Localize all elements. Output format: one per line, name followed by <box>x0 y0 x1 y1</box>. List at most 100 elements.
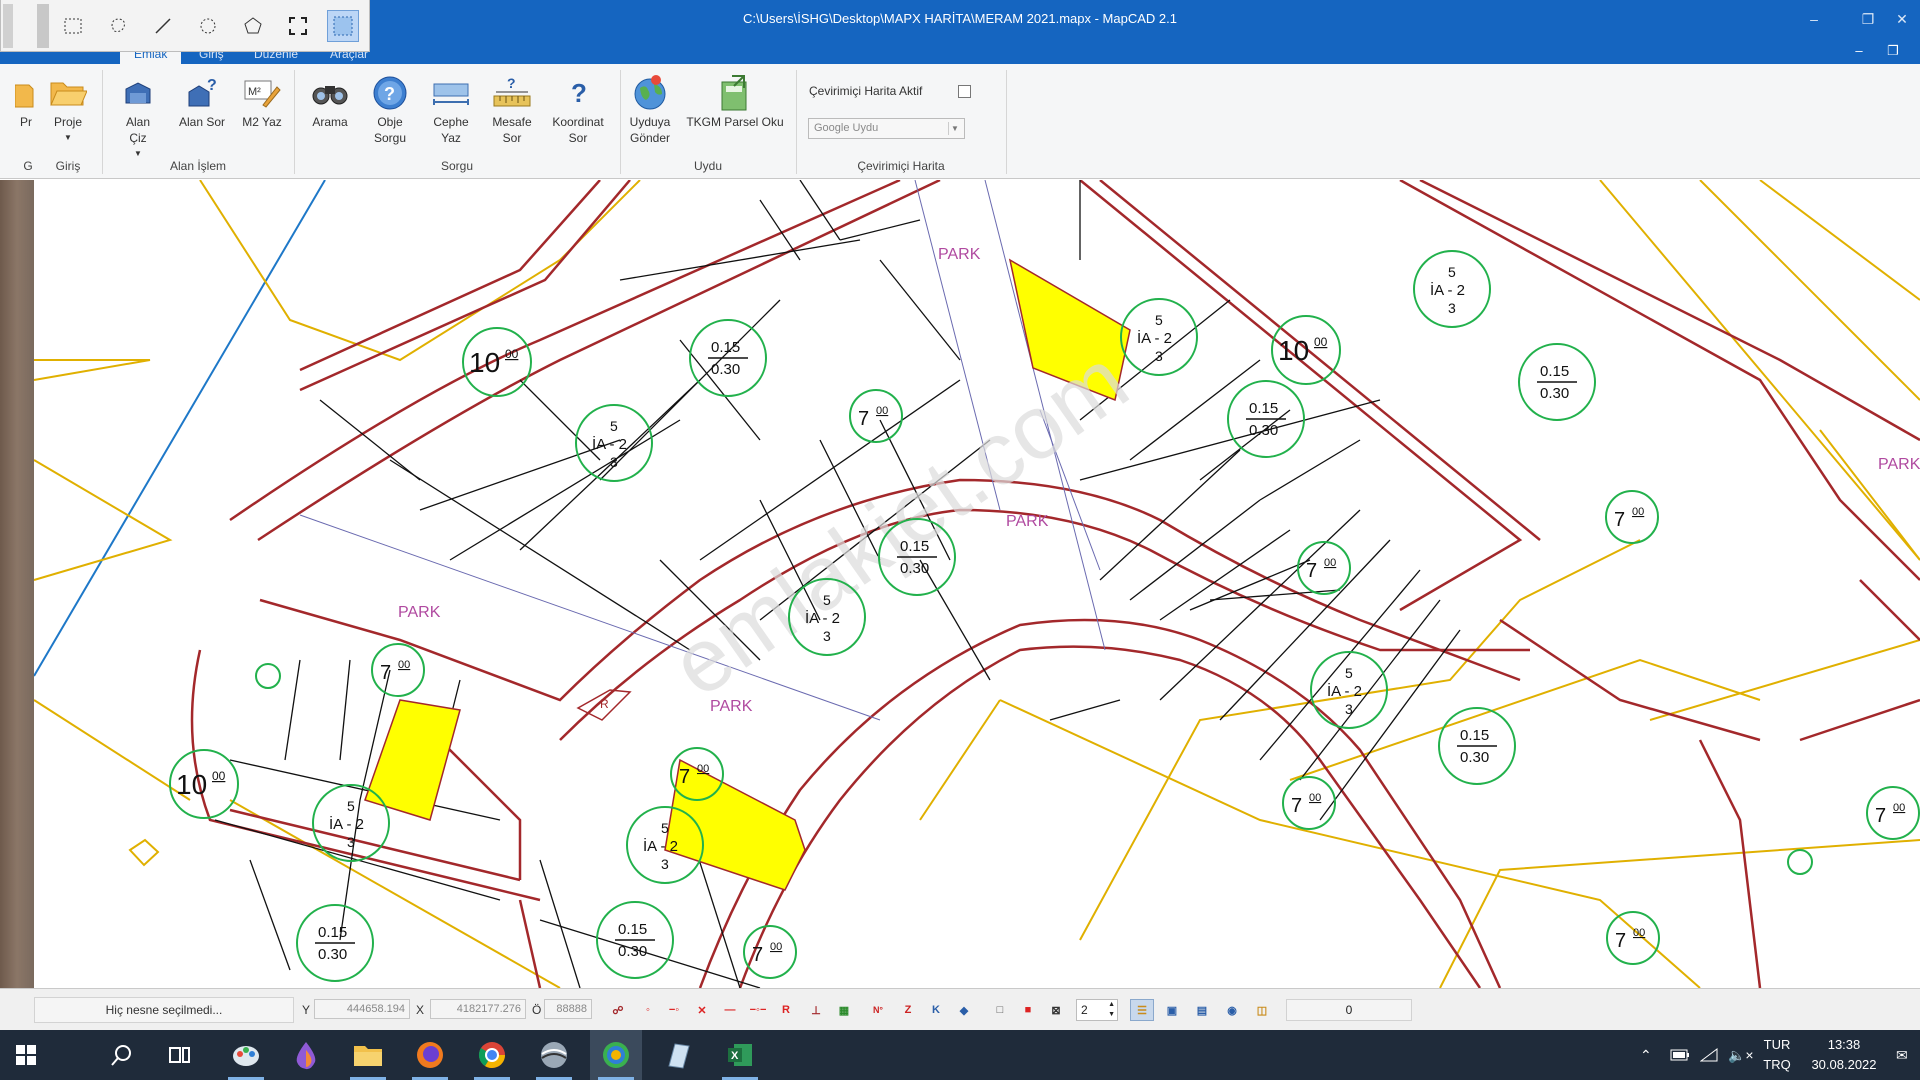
y-coordinate-field[interactable]: 444658.194 <box>314 999 410 1019</box>
online-map-provider-select[interactable]: Google Uydu ▼ <box>808 118 965 139</box>
proje-button[interactable]: Proje ▼ <box>46 72 90 146</box>
clock[interactable]: 13:38 30.08.2022 <box>1794 1035 1894 1075</box>
k-label-icon[interactable]: K <box>924 999 948 1021</box>
pr-button[interactable]: Pr <box>14 72 38 130</box>
snap-r-icon[interactable]: R <box>774 999 798 1021</box>
m2-yaz-label: M2 Yaz <box>242 115 282 129</box>
toolbar-grip-handle[interactable] <box>37 4 49 48</box>
tray-chevron-icon[interactable]: ⌃ <box>1640 1030 1652 1080</box>
task-view-icon[interactable] <box>154 1030 206 1080</box>
line-width-stepper[interactable]: 2 ▲ ▼ <box>1076 999 1118 1021</box>
rectangle-select-icon[interactable] <box>57 10 89 42</box>
alan-ciz-button[interactable]: Alan Çiz ▼ <box>116 72 160 162</box>
x-coordinate-field[interactable]: 4182177.276 <box>430 999 526 1019</box>
volume-muted-icon[interactable]: 🔈× <box>1728 1030 1754 1080</box>
snap-line-icon[interactable]: — <box>718 999 742 1021</box>
mesafe-sor-button[interactable]: ? Mesafe Sor <box>486 72 538 146</box>
point-label: R <box>600 697 609 711</box>
chrome-icon[interactable] <box>466 1030 518 1080</box>
cephe-yaz-button[interactable]: Cephe Yaz <box>428 72 474 146</box>
layer-green-icon[interactable]: ▦ <box>832 999 856 1021</box>
layers-icon[interactable]: ☰ <box>1130 999 1154 1021</box>
toolbar-grip[interactable] <box>3 4 13 48</box>
snap-point-icon[interactable]: ◦ <box>636 999 660 1021</box>
road-width-label-10: 10 00 <box>1271 315 1341 385</box>
zoning-label: 5İA - 23 <box>1120 298 1198 376</box>
fill-red-icon[interactable]: ■ <box>1016 999 1040 1021</box>
z-label-icon[interactable]: Z <box>896 999 920 1021</box>
language-indicator[interactable]: TUR TRQ <box>1756 1035 1798 1075</box>
zoning-top: 5 <box>610 418 618 434</box>
paint-app-icon[interactable] <box>220 1030 272 1080</box>
restore-button[interactable]: ❐ <box>1850 6 1886 32</box>
notification-icon[interactable]: ✉ <box>1896 1030 1908 1080</box>
fullscreen-icon[interactable] <box>282 10 314 42</box>
density-ratio-num: 0.15 <box>1249 400 1278 417</box>
stepper-arrows-icon[interactable]: ▲ ▼ <box>1108 1000 1115 1020</box>
box-x-icon[interactable]: ⊠ <box>1044 999 1068 1021</box>
density-ratio-label: 0.15 0.30 <box>596 901 674 979</box>
road-width-sup: 00 <box>505 347 519 361</box>
zoning-code: İA - 2 <box>592 435 627 453</box>
selection-status: Hiç nesne seçilmedi... <box>34 997 294 1023</box>
density-ratio-num: 0.15 <box>711 339 740 356</box>
obje-sorgu-button[interactable]: ? Obje Sorgu <box>366 72 414 146</box>
zoom-window-icon[interactable]: ◉ <box>1220 999 1244 1021</box>
folders-icon[interactable]: ◫ <box>1250 999 1274 1021</box>
globe-app-icon[interactable] <box>528 1030 580 1080</box>
chart-icon[interactable]: ▤ <box>1190 999 1214 1021</box>
ribbon-minimize-button[interactable]: – <box>1844 40 1874 62</box>
battery-icon[interactable] <box>1670 1030 1690 1080</box>
close-button[interactable]: ✕ <box>1884 6 1920 32</box>
ribbon-restore-button[interactable]: ❐ <box>1878 40 1908 62</box>
excel-icon[interactable]: X <box>714 1030 766 1080</box>
snap-midpoint-icon[interactable]: −◦− <box>746 999 770 1021</box>
alan-sor-button[interactable]: ? Alan Sor <box>174 72 230 130</box>
image-icon[interactable]: ▣ <box>1160 999 1184 1021</box>
koordinat-sor-button[interactable]: ? Koordinat Sor <box>546 72 610 146</box>
firefox-icon[interactable] <box>404 1030 456 1080</box>
numbering-icon[interactable]: N° <box>866 999 890 1021</box>
file-explorer-icon[interactable] <box>342 1030 394 1080</box>
mapcad-app-icon[interactable] <box>590 1030 642 1080</box>
clock-time: 13:38 <box>1827 1037 1861 1052</box>
road-width-value: 10 <box>1278 335 1309 366</box>
road-width-sup: 00 <box>1633 927 1645 939</box>
taskbar: X ⌃ 🔈× TUR TRQ 13:38 30.08.2022 ✉ <box>0 1030 1920 1080</box>
snap-endpoint-icon[interactable]: −◦ <box>662 999 686 1021</box>
line-tool-icon[interactable] <box>147 10 179 42</box>
m2-yaz-button[interactable]: M² M2 Yaz <box>238 72 286 130</box>
select-area-icon[interactable] <box>327 10 359 42</box>
o-value-field[interactable]: 88888 <box>544 999 592 1019</box>
minimize-button[interactable]: – <box>1796 6 1832 32</box>
lasso-select-icon[interactable] <box>102 10 134 42</box>
snap-intersection-icon[interactable]: ✕ <box>690 999 714 1021</box>
search-icon[interactable] <box>96 1030 148 1080</box>
diamond-icon[interactable]: ◆ <box>952 999 976 1021</box>
uyduya-gonder-button[interactable]: Uyduya Gönder <box>626 72 674 146</box>
svg-text:?: ? <box>207 77 217 94</box>
density-ratio-num: 0.15 <box>900 538 929 555</box>
drop-app-icon[interactable] <box>280 1030 332 1080</box>
snap-tool-icon[interactable]: ☍ <box>606 999 630 1021</box>
map-drawing[interactable]: emlakjet.com 10 00 10 0010 007 007 007 007 007 00… <box>0 180 1920 988</box>
alan-ciz-label: Alan Çiz <box>125 115 151 145</box>
proje-label: Proje <box>53 115 82 129</box>
tkgm-parsel-oku-button[interactable]: TKGM Parsel Oku <box>684 72 786 130</box>
drawing-toolbar <box>0 0 370 52</box>
frame-icon[interactable]: □ <box>988 999 1012 1021</box>
circle-tool-icon[interactable] <box>192 10 224 42</box>
online-map-checkbox[interactable] <box>958 85 971 98</box>
polygon-tool-icon[interactable] <box>237 10 269 42</box>
road-width-label-7: 7 00 <box>1866 786 1920 840</box>
road-width-label-7: 7 00 <box>1282 776 1336 830</box>
perpendicular-icon[interactable]: ⊥ <box>804 999 828 1021</box>
wifi-icon[interactable] <box>1700 1030 1718 1080</box>
map-canvas[interactable]: emlakjet.com 10 00 10 00 10 00 7 00 7 00 7 00 7 00 7 00… <box>0 180 1920 988</box>
arama-button[interactable]: Arama <box>306 72 354 130</box>
notes-app-icon[interactable] <box>652 1030 704 1080</box>
density-ratio-label: 0.15 0.30 <box>1438 707 1516 785</box>
windows-start-icon[interactable] <box>0 1030 52 1080</box>
road-width-label-10: 10 00 <box>462 327 532 397</box>
zoning-bottom: 3 <box>823 628 831 644</box>
